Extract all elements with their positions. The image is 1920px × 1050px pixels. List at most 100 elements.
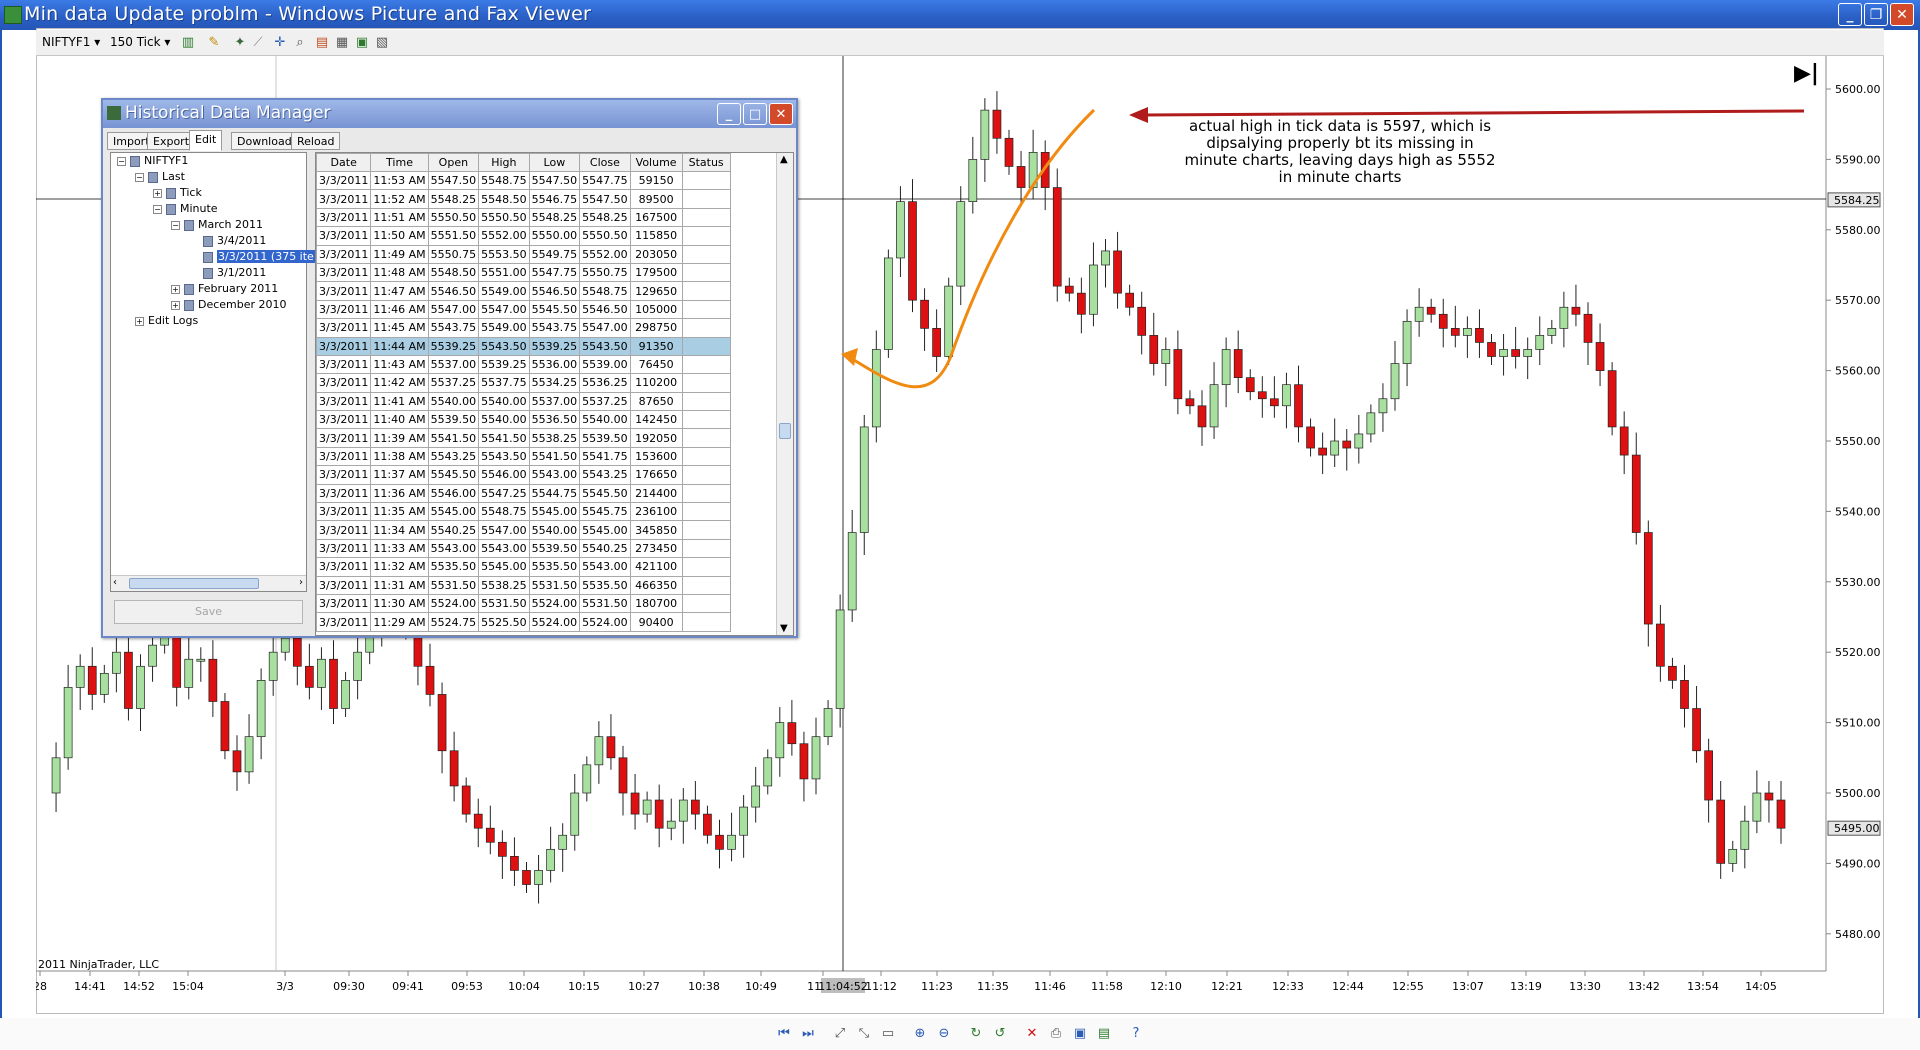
table-row[interactable]: 3/3/2011 11:31 AM 5531.50 5538.25 5531.50 553…	[316, 575, 731, 595]
table-cell-volume[interactable]: 89500	[629, 189, 683, 209]
grid-vertical-scrollbar[interactable]: ▲ ▼	[776, 153, 793, 635]
table-cell-volume[interactable]: 298750	[629, 318, 683, 338]
tree-node-tick[interactable]: + Tick	[153, 186, 202, 200]
table-row[interactable]: 3/3/2011 11:43 AM 5537.00 5539.25 5536.00 553…	[316, 354, 731, 375]
table-cell-date[interactable]: 3/3/2011	[316, 299, 372, 320]
drawing-tool-icon[interactable]: ✎	[206, 35, 222, 51]
table-cell-status[interactable]	[681, 318, 731, 338]
table-row[interactable]: 3/3/2011 11:53 AM 5547.50 5548.75 5547.50 554…	[316, 170, 731, 191]
table-cell-time[interactable]: 11:35 AM	[370, 502, 429, 522]
expand-icon[interactable]: +	[135, 316, 144, 326]
table-row[interactable]: 3/3/2011 11:49 AM 5550.75 5553.50 5549.75 555…	[316, 244, 731, 264]
table-cell-volume[interactable]: 273450	[629, 538, 683, 559]
table-cell-open[interactable]: 5539.25	[427, 336, 480, 356]
tab-export[interactable]: Export	[147, 132, 196, 150]
table-cell-high[interactable]: 5540.00	[478, 410, 530, 430]
table-cell-high[interactable]: 5543.50	[478, 336, 530, 356]
table-cell-close[interactable]: 5552.00	[579, 244, 631, 264]
column-header-status[interactable]: Status	[681, 153, 731, 172]
collapse-icon[interactable]: −	[135, 172, 144, 182]
table-cell-high[interactable]: 5549.00	[478, 318, 530, 338]
table-cell-date[interactable]: 3/3/2011	[316, 207, 372, 228]
table-cell-close[interactable]: 5535.50	[579, 575, 631, 595]
table-cell-open[interactable]: 5547.50	[427, 170, 480, 191]
scroll-thumb[interactable]	[129, 578, 259, 589]
table-cell-status[interactable]	[681, 520, 731, 540]
table-cell-status[interactable]	[681, 391, 731, 412]
table-cell-open[interactable]: 5548.50	[427, 262, 480, 283]
table-cell-close[interactable]: 5545.75	[579, 502, 631, 522]
table-cell-volume[interactable]: 142450	[629, 410, 683, 430]
table-cell-low[interactable]: 5536.00	[528, 354, 581, 375]
table-row[interactable]: 3/3/2011 11:39 AM 5541.50 5541.50 5538.25 553…	[316, 428, 731, 448]
column-header-volume[interactable]: Volume	[629, 153, 683, 172]
table-cell-high[interactable]: 5541.50	[478, 428, 530, 448]
table-cell-low[interactable]: 5545.00	[528, 502, 581, 522]
table-cell-open[interactable]: 5541.50	[427, 428, 480, 448]
table-cell-volume[interactable]: 214400	[629, 483, 683, 504]
instrument-selector[interactable]: NIFTYF1 ▾	[42, 35, 100, 49]
table-row[interactable]: 3/3/2011 11:46 AM 5547.00 5547.00 5545.50 554…	[316, 299, 731, 320]
table-cell-status[interactable]	[681, 336, 731, 356]
table-cell-status[interactable]	[681, 354, 731, 375]
table-cell-close[interactable]: 5539.50	[579, 428, 631, 448]
table-cell-volume[interactable]: 115850	[629, 226, 683, 246]
data-box-icon[interactable]: ▦	[334, 35, 350, 51]
table-cell-status[interactable]	[681, 575, 731, 595]
table-cell-open[interactable]: 5531.50	[427, 575, 480, 595]
table-cell-high[interactable]: 5547.00	[478, 299, 530, 320]
help-icon[interactable]: ?	[1128, 1026, 1144, 1042]
table-cell-date[interactable]: 3/3/2011	[316, 520, 372, 540]
add-indicator-icon[interactable]: ✦	[232, 35, 248, 51]
table-cell-low[interactable]: 5546.75	[528, 189, 581, 209]
column-header-time[interactable]: Time	[370, 153, 429, 172]
table-cell-date[interactable]: 3/3/2011	[316, 428, 372, 448]
table-cell-volume[interactable]: 176650	[629, 465, 683, 485]
table-row[interactable]: 3/3/2011 11:47 AM 5546.50 5549.00 5546.50 554…	[316, 281, 731, 301]
table-cell-close[interactable]: 5547.00	[579, 318, 631, 338]
table-cell-low[interactable]: 5524.00	[528, 593, 581, 614]
table-cell-high[interactable]: 5550.50	[478, 207, 530, 228]
table-cell-high[interactable]: 5537.75	[478, 373, 530, 393]
table-cell-open[interactable]: 5540.00	[427, 391, 480, 412]
table-cell-volume[interactable]: 179500	[629, 262, 683, 283]
table-cell-volume[interactable]: 110200	[629, 373, 683, 393]
table-cell-close[interactable]: 5537.25	[579, 391, 631, 412]
save-icon[interactable]: ▣	[1072, 1026, 1088, 1042]
zoom-in-icon[interactable]: ⊕	[912, 1026, 928, 1042]
scroll-right-icon[interactable]: ›	[299, 577, 303, 588]
table-cell-close[interactable]: 5541.75	[579, 446, 631, 467]
table-cell-open[interactable]: 5547.00	[427, 299, 480, 320]
table-cell-low[interactable]: 5540.00	[528, 520, 581, 540]
table-cell-time[interactable]: 11:36 AM	[370, 483, 429, 504]
table-cell-volume[interactable]: 91350	[629, 336, 683, 356]
table-cell-low[interactable]: 5547.50	[528, 170, 581, 191]
table-cell-status[interactable]	[681, 244, 731, 264]
table-cell-volume[interactable]: 203050	[629, 244, 683, 264]
table-cell-close[interactable]: 5531.50	[579, 593, 631, 614]
table-cell-low[interactable]: 5541.50	[528, 446, 581, 467]
table-row[interactable]: 3/3/2011 11:34 AM 5540.25 5547.00 5540.00 554…	[316, 520, 731, 540]
tab-download[interactable]: Download	[231, 132, 298, 150]
zoom-out-icon[interactable]: ⊖	[936, 1026, 952, 1042]
collapse-icon[interactable]: −	[171, 220, 180, 230]
scroll-down-icon[interactable]: ▼	[780, 623, 788, 634]
table-cell-close[interactable]: 5545.00	[579, 520, 631, 540]
interval-selector[interactable]: 150 Tick ▾	[110, 35, 170, 49]
tree-node-minute[interactable]: − Minute	[153, 202, 218, 216]
table-cell-status[interactable]	[681, 170, 731, 191]
table-cell-status[interactable]	[681, 557, 731, 577]
table-cell-low[interactable]: 5547.75	[528, 262, 581, 283]
tree-horizontal-scrollbar[interactable]: ‹ ›	[111, 575, 306, 591]
table-cell-close[interactable]: 5539.00	[579, 354, 631, 375]
table-cell-close[interactable]: 5548.25	[579, 207, 631, 228]
column-header-low[interactable]: Low	[528, 153, 581, 172]
table-cell-close[interactable]: 5545.50	[579, 483, 631, 504]
table-cell-high[interactable]: 5538.25	[478, 575, 530, 595]
table-cell-low[interactable]: 5549.75	[528, 244, 581, 264]
table-row[interactable]: 3/3/2011 11:48 AM 5548.50 5551.00 5547.75 555…	[316, 262, 731, 283]
table-row[interactable]: 3/3/2011 11:52 AM 5548.25 5548.50 5546.75 554…	[316, 189, 731, 209]
table-cell-date[interactable]: 3/3/2011	[316, 446, 372, 467]
table-cell-low[interactable]: 5548.25	[528, 207, 581, 228]
table-cell-time[interactable]: 11:38 AM	[370, 446, 429, 467]
